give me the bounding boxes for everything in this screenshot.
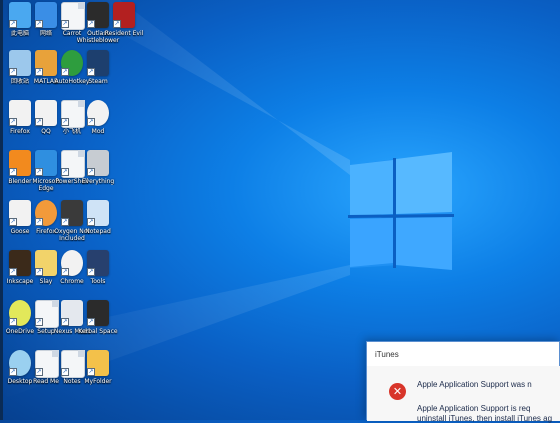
shortcut-arrow-icon: ↗ <box>87 68 95 76</box>
shortcut-arrow-icon: ↗ <box>87 318 95 326</box>
itunes-error-dialog[interactable]: iTunes ✕ Apple Application Support was n… <box>366 341 560 423</box>
desktop-icon-label: Steam <box>88 78 108 85</box>
shortcut-arrow-icon: ↗ <box>35 68 43 76</box>
shortcut-arrow-icon: ↗ <box>87 20 95 28</box>
shortcut-arrow-icon: ↗ <box>87 168 95 176</box>
shortcut-arrow-icon: ↗ <box>9 118 17 126</box>
dialog-message-line1: Apple Application Support was n <box>417 380 532 389</box>
shortcut-arrow-icon: ↗ <box>35 118 43 126</box>
shortcut-arrow-icon: ↗ <box>113 20 121 28</box>
shortcut-arrow-icon: ↗ <box>9 168 17 176</box>
desktop-icon-label: MyFolder <box>84 378 112 385</box>
shortcut-arrow-icon: ↗ <box>61 368 69 376</box>
shortcut-arrow-icon: ↗ <box>87 368 95 376</box>
desktop-icon-label: Resident Evil <box>104 30 144 37</box>
error-icon: ✕ <box>389 383 406 400</box>
shortcut-arrow-icon: ↗ <box>9 68 17 76</box>
shortcut-arrow-icon: ↗ <box>35 318 43 326</box>
dialog-message-line2: Apple Application Support is req <box>417 404 531 413</box>
shortcut-arrow-icon: ↗ <box>61 218 69 226</box>
shortcut-arrow-icon: ↗ <box>35 20 43 28</box>
shortcut-arrow-icon: ↗ <box>61 20 69 28</box>
shortcut-arrow-icon: ↗ <box>61 68 69 76</box>
dialog-title: iTunes <box>375 350 399 359</box>
desktop-icon[interactable]: ↗ Notepad <box>80 200 116 248</box>
shortcut-arrow-icon: ↗ <box>61 318 69 326</box>
desktop-icon-label: Notepad <box>85 228 111 235</box>
shortcut-arrow-icon: ↗ <box>87 218 95 226</box>
shortcut-arrow-icon: ↗ <box>9 20 17 28</box>
shortcut-arrow-icon: ↗ <box>61 118 69 126</box>
shortcut-arrow-icon: ↗ <box>35 268 43 276</box>
desktop-icon-label: Tools <box>90 278 106 285</box>
shortcut-arrow-icon: ↗ <box>35 218 43 226</box>
shortcut-arrow-icon: ↗ <box>9 218 17 226</box>
desktop-icon-label: Mod <box>91 128 105 135</box>
shortcut-arrow-icon: ↗ <box>35 368 43 376</box>
desktop-icon[interactable]: ↗ Tools <box>80 250 116 298</box>
shortcut-arrow-icon: ↗ <box>9 318 17 326</box>
shortcut-arrow-icon: ↗ <box>9 368 17 376</box>
shortcut-arrow-icon: ↗ <box>87 268 95 276</box>
shortcut-arrow-icon: ↗ <box>61 268 69 276</box>
desktop-icon[interactable]: ↗ Resident Evil <box>105 2 143 50</box>
desktop-icon-label: Everything <box>81 178 115 185</box>
desktop-icon[interactable]: ↗ Kerbal Space <box>78 300 118 348</box>
desktop-icon[interactable]: ↗ MyFolder <box>80 350 116 398</box>
dialog-message-line3: uninstall iTunes, then install iTunes ag <box>417 414 553 423</box>
shortcut-arrow-icon: ↗ <box>9 268 17 276</box>
shortcut-arrow-icon: ↗ <box>87 118 95 126</box>
desktop-icon[interactable]: ↗ Everything <box>80 150 116 198</box>
shortcut-arrow-icon: ↗ <box>61 168 69 176</box>
desktop-icon[interactable]: ↗ Steam <box>80 50 116 98</box>
desktop-icon[interactable]: ↗ Mod <box>80 100 116 148</box>
desktop-icon-label: Kerbal Space <box>78 328 118 335</box>
shortcut-arrow-icon: ↗ <box>35 168 43 176</box>
